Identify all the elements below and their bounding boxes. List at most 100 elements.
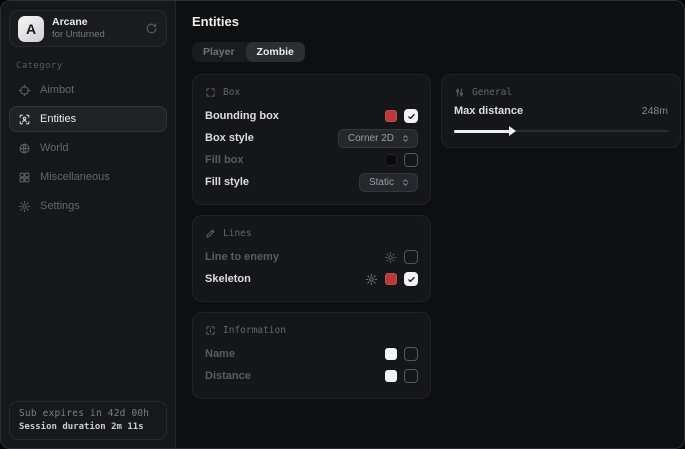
sub-expiry-text: Sub expires in 42d 00h: [19, 408, 157, 419]
setting-label: Name: [205, 348, 385, 360]
setting-row-fill-box: Fill box: [205, 149, 418, 171]
dropdown-value: Static: [369, 177, 394, 188]
app-window: A Arcane for Unturned Category Aimbot: [0, 0, 685, 449]
setting-row-fill-style: Fill style Static: [205, 171, 418, 193]
app-meta: Arcane for Unturned: [52, 17, 137, 40]
sliders-icon: [454, 87, 465, 98]
entities-scan-icon: [18, 113, 31, 126]
max-distance-slider[interactable]: [454, 126, 668, 136]
setting-row-line-to-enemy: Line to enemy: [205, 246, 418, 268]
lines-card-header: Lines: [205, 228, 418, 239]
globe-icon: [18, 142, 31, 155]
box-card-title: Box: [223, 87, 240, 98]
right-column: General Max distance 248m: [441, 74, 681, 148]
dropdown-value: Corner 2D: [348, 133, 394, 144]
max-distance-value: 248m: [642, 105, 668, 117]
left-column: Box Bounding box Box style: [192, 74, 431, 399]
sidebar-item-label: Entities: [40, 113, 76, 125]
checkbox-bounding-box[interactable]: [404, 109, 418, 123]
color-swatch[interactable]: [385, 110, 397, 122]
chevron-updown-icon: [401, 178, 410, 187]
lines-card: Lines Line to enemy: [192, 215, 431, 302]
sidebar-item-label: Settings: [40, 200, 80, 212]
session-duration-text: Session duration 2m 11s: [19, 422, 157, 432]
sidebar-item-label: Miscellaneous: [40, 171, 110, 183]
app-subtitle: for Unturned: [52, 30, 137, 40]
color-swatch[interactable]: [385, 370, 397, 382]
box-style-dropdown[interactable]: Corner 2D: [338, 129, 418, 148]
row-controls: [365, 272, 418, 286]
setting-row-skeleton: Skeleton: [205, 268, 418, 290]
checkbox-skeleton[interactable]: [404, 272, 418, 286]
check-icon: [407, 112, 416, 121]
slider-handle: [509, 126, 516, 136]
chevron-updown-icon: [401, 134, 410, 143]
row-controls: [385, 109, 418, 123]
grid-icon: [18, 171, 31, 184]
sidebar-nav: Aimbot Entities World: [9, 77, 167, 219]
lines-card-title: Lines: [223, 228, 252, 239]
color-swatch[interactable]: [385, 154, 397, 166]
sidebar-item-label: World: [40, 142, 69, 154]
checkbox-name[interactable]: [404, 347, 418, 361]
page-title: Entities: [192, 14, 681, 29]
app-title: Arcane: [52, 17, 137, 29]
box-card-header: Box: [205, 87, 418, 98]
box-card: Box Bounding box Box style: [192, 74, 431, 205]
setting-label: Distance: [205, 370, 385, 382]
gear-icon: [18, 200, 31, 213]
setting-row-distance: Distance: [205, 365, 418, 387]
setting-label: Fill style: [205, 176, 359, 188]
crosshair-icon: [18, 84, 31, 97]
check-icon: [407, 275, 416, 284]
fill-style-dropdown[interactable]: Static: [359, 173, 418, 192]
slider-fill: [454, 130, 510, 133]
app-logo: A: [18, 16, 44, 42]
settings-gear-icon[interactable]: [365, 273, 378, 286]
row-controls: [385, 369, 418, 383]
information-card-title: Information: [223, 325, 286, 336]
entity-tabs: Player Zombie: [192, 42, 305, 62]
color-swatch[interactable]: [385, 273, 397, 285]
information-card-header: Information: [205, 325, 418, 336]
sidebar: A Arcane for Unturned Category Aimbot: [1, 1, 176, 448]
sidebar-item-aimbot[interactable]: Aimbot: [9, 77, 167, 103]
row-controls: [385, 153, 418, 167]
row-controls: [384, 250, 418, 264]
category-label: Category: [16, 61, 167, 71]
setting-label: Fill box: [205, 154, 385, 166]
sidebar-item-entities[interactable]: Entities: [9, 106, 167, 132]
sidebar-item-label: Aimbot: [40, 84, 74, 96]
tab-zombie[interactable]: Zombie: [246, 42, 305, 62]
color-swatch[interactable]: [385, 348, 397, 360]
setting-label: Skeleton: [205, 273, 365, 285]
box-corners-icon: [205, 87, 216, 98]
app-header-card: A Arcane for Unturned: [9, 10, 167, 47]
setting-label: Line to enemy: [205, 251, 384, 263]
setting-label: Max distance: [454, 105, 642, 117]
checkbox-line-to-enemy[interactable]: [404, 250, 418, 264]
sidebar-item-world[interactable]: World: [9, 135, 167, 161]
main-content: Entities Player Zombie Box: [176, 1, 685, 448]
row-controls: Corner 2D: [338, 129, 418, 148]
pencil-icon: [205, 228, 216, 239]
sidebar-item-settings[interactable]: Settings: [9, 193, 167, 219]
information-card: Information Name Distance: [192, 312, 431, 399]
setting-row-max-distance: Max distance 248m: [454, 105, 668, 117]
checkbox-distance[interactable]: [404, 369, 418, 383]
setting-row-bounding-box: Bounding box: [205, 105, 418, 127]
refresh-icon[interactable]: [145, 22, 158, 35]
tab-player[interactable]: Player: [192, 42, 246, 62]
cards-columns: Box Bounding box Box style: [192, 74, 681, 399]
general-card: General Max distance 248m: [441, 74, 681, 148]
checkbox-fill-box[interactable]: [404, 153, 418, 167]
general-card-title: General: [472, 87, 512, 98]
setting-label: Bounding box: [205, 110, 385, 122]
setting-label: Box style: [205, 132, 338, 144]
scan-info-icon: [205, 325, 216, 336]
setting-row-box-style: Box style Corner 2D: [205, 127, 418, 149]
sidebar-item-miscellaneous[interactable]: Miscellaneous: [9, 164, 167, 190]
settings-gear-icon[interactable]: [384, 251, 397, 264]
row-controls: [385, 347, 418, 361]
subscription-info-box: Sub expires in 42d 00h Session duration …: [9, 401, 167, 440]
